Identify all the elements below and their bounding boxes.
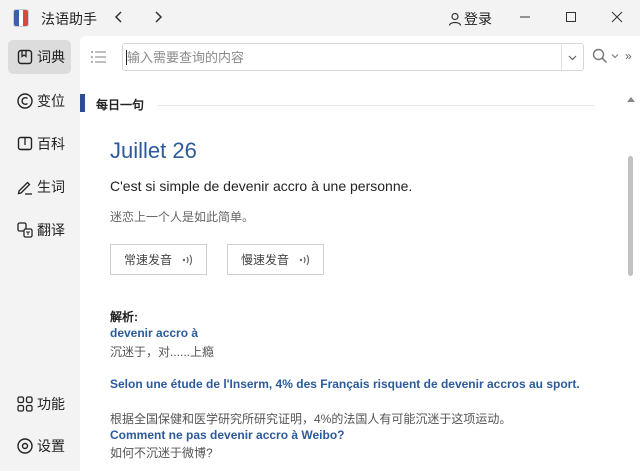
sidebar-item-label: 翻译 — [37, 222, 65, 238]
search-options-chevron-icon[interactable] — [611, 52, 619, 60]
main-panel: » 每日一句 Juillet 26 C'est si simple de dev… — [80, 36, 640, 471]
user-icon — [448, 12, 462, 26]
search-input[interactable] — [123, 44, 561, 70]
login-label: 登录 — [464, 11, 492, 27]
analysis-chinese: 根据全国保健和医学研究所研究证明，4%的法国人有可能沉迷于这项运动。 — [110, 412, 512, 426]
analysis-chinese: 如何不沉迷于微博? — [110, 446, 213, 460]
audio-button-label: 常速发音 — [124, 253, 173, 267]
translate-icon — [17, 222, 33, 238]
slow-speed-audio-button[interactable]: 慢速发音 — [227, 244, 324, 275]
chevron-right-icon — [155, 11, 163, 23]
sidebar-item-label: 功能 — [37, 396, 65, 412]
maximize-button[interactable] — [554, 4, 588, 30]
title-bar: 法语助手 登录 — [0, 0, 640, 36]
section-divider — [158, 105, 594, 106]
conjugation-icon — [17, 93, 33, 109]
sidebar-item-settings[interactable]: 设置 — [8, 429, 71, 463]
sidebar-item-dictionary[interactable]: 词典 — [8, 40, 71, 74]
minimize-button[interactable] — [508, 4, 542, 30]
sidebar-item-label: 百科 — [37, 136, 65, 152]
app-logo-icon — [13, 9, 29, 27]
analysis-french: devenir accro à — [110, 326, 199, 340]
search-icon[interactable] — [592, 48, 608, 64]
sidebar: 词典 变位 百科 生词 翻译 功能 设置 — [0, 36, 80, 471]
speaker-icon — [299, 254, 310, 265]
daily-sentence-chinese: 迷恋上一个人是如此简单。 — [110, 210, 255, 224]
encyclopedia-icon — [17, 136, 33, 151]
pen-icon — [17, 181, 32, 195]
book-icon — [17, 49, 33, 65]
gear-icon — [17, 438, 33, 454]
sidebar-item-label: 生词 — [37, 179, 65, 195]
grid-icon — [17, 396, 33, 412]
analysis-chinese: 沉迷于，对......上瘾 — [110, 345, 215, 359]
sidebar-item-label: 词典 — [37, 49, 65, 65]
back-button[interactable] — [107, 6, 131, 28]
vertical-scrollbar[interactable] — [622, 94, 640, 471]
analysis-label: 解析: — [110, 310, 138, 324]
scroll-up-arrow-icon[interactable] — [627, 96, 635, 102]
normal-speed-audio-button[interactable]: 常速发音 — [110, 244, 207, 275]
more-button[interactable]: » — [625, 49, 632, 63]
login-button[interactable]: 登录 — [448, 9, 492, 29]
sidebar-item-translate[interactable]: 翻译 — [8, 213, 71, 247]
daily-sentence-french: C'est si simple de devenir accro à une p… — [110, 178, 413, 194]
sidebar-item-encyclopedia[interactable]: 百科 — [8, 127, 71, 161]
chevron-left-icon — [114, 11, 122, 23]
sidebar-item-vocabulary[interactable]: 生词 — [8, 170, 71, 204]
speaker-icon — [182, 254, 193, 265]
list-icon[interactable] — [90, 49, 108, 65]
maximize-icon — [566, 12, 576, 22]
analysis-french: Comment ne pas devenir accro à Weibo? — [110, 428, 345, 442]
sidebar-item-label: 设置 — [37, 438, 65, 454]
close-icon — [611, 11, 623, 23]
scrollbar-thumb[interactable] — [628, 156, 633, 276]
close-button[interactable] — [600, 4, 634, 30]
text-caret — [126, 50, 127, 65]
audio-button-label: 慢速发音 — [241, 253, 290, 267]
daily-date: Juillet 26 — [110, 138, 197, 163]
analysis-french: Selon une étude de l'Inserm, 4% des Fran… — [110, 377, 580, 391]
sidebar-item-conjugation[interactable]: 变位 — [8, 84, 71, 118]
chevron-down-icon — [568, 55, 577, 60]
app-title: 法语助手 — [41, 11, 97, 27]
forward-button[interactable] — [146, 6, 170, 28]
minimize-icon — [520, 16, 530, 18]
sidebar-item-features[interactable]: 功能 — [8, 387, 71, 421]
section-title: 每日一句 — [96, 98, 145, 112]
search-history-dropdown[interactable] — [561, 44, 583, 70]
sidebar-item-label: 变位 — [37, 93, 65, 109]
section-accent-bar — [80, 94, 85, 112]
search-box — [122, 43, 584, 71]
